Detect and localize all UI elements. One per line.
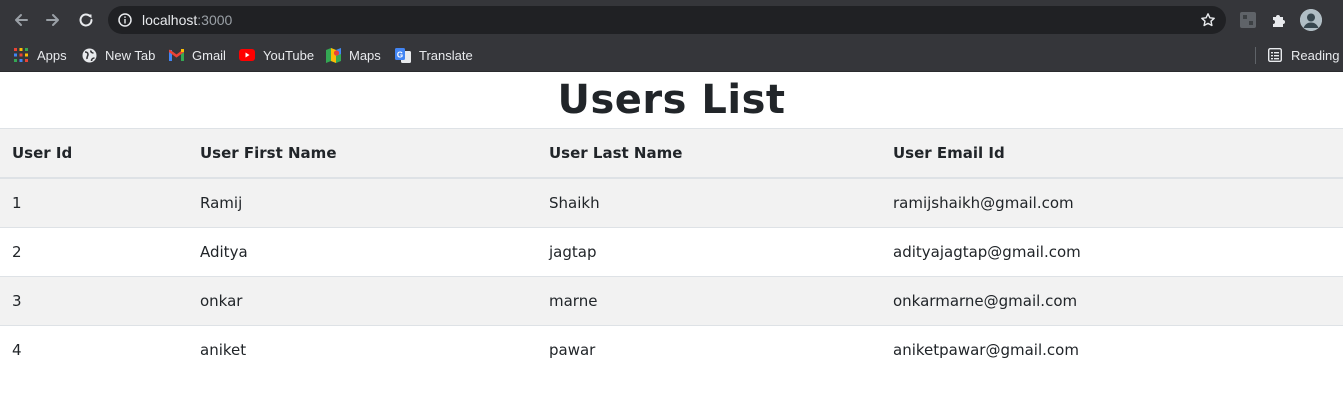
- reload-icon: [79, 13, 93, 27]
- browser-toolbar: localhost:3000: [0, 0, 1343, 39]
- bookmark-gmail[interactable]: Gmail: [168, 45, 226, 65]
- bookmark-maps[interactable]: Maps: [325, 45, 381, 65]
- cell-last-name: Shaikh: [549, 177, 893, 228]
- translate-icon: G: [395, 47, 411, 63]
- gmail-icon: [168, 47, 184, 63]
- extension-button[interactable]: [1238, 10, 1258, 30]
- header-first-name: User First Name: [200, 128, 549, 179]
- reading-list-icon: [1267, 47, 1283, 63]
- bookmark-new-tab[interactable]: New Tab: [81, 45, 155, 65]
- cell-first-name: Ramij: [200, 177, 549, 228]
- forward-button[interactable]: [42, 9, 64, 31]
- cell-last-name: pawar: [549, 340, 596, 359]
- cell-email: onkarmarne@gmail.com: [893, 276, 1343, 326]
- maps-icon: [325, 47, 341, 63]
- bookmark-translate[interactable]: G Translate: [395, 45, 473, 65]
- cell-first-name: Aditya: [200, 227, 549, 277]
- cell-email: aniketpawar@gmail.com: [893, 340, 1079, 359]
- bookmark-label: Apps: [37, 47, 67, 63]
- address-bar[interactable]: localhost:3000: [108, 6, 1226, 34]
- svg-text:G: G: [397, 50, 403, 59]
- url-host: localhost: [142, 12, 198, 28]
- bookmark-label: Maps: [349, 47, 381, 63]
- cell-user-id: 4: [12, 340, 22, 359]
- page-content: Users List User Id User First Name User …: [0, 72, 1343, 403]
- page-title: Users List: [557, 77, 786, 123]
- profile-avatar[interactable]: [1300, 9, 1322, 31]
- cell-last-name: jagtap: [549, 227, 893, 277]
- url-text: localhost:3000: [142, 12, 232, 28]
- bookmark-star-icon[interactable]: [1200, 12, 1216, 28]
- cell-email: ramijshaikh@gmail.com: [893, 177, 1343, 228]
- bookmark-apps[interactable]: Apps: [13, 45, 67, 65]
- extension-tile-icon: [1240, 12, 1256, 28]
- extensions-menu-button[interactable]: [1269, 10, 1289, 30]
- youtube-icon: [239, 47, 255, 63]
- table-header-row: User Id User First Name User Last Name U…: [0, 128, 1343, 179]
- puzzle-icon: [1273, 15, 1285, 27]
- bookmark-label: YouTube: [263, 47, 315, 63]
- bookmark-label: Gmail: [192, 47, 226, 63]
- site-info-icon[interactable]: [118, 13, 132, 27]
- table-row: 1 Ramij Shaikh ramijshaikh@gmail.com: [0, 177, 1343, 228]
- table-row: 2 Aditya jagtap adityajagtap@gmail.com: [0, 227, 1343, 277]
- apps-grid-icon: [13, 47, 29, 63]
- globe-icon: [81, 47, 97, 63]
- cell-first-name: onkar: [200, 276, 549, 326]
- cell-user-id: 2: [0, 227, 200, 277]
- forward-arrow-icon: [46, 14, 59, 26]
- users-table: User Id User First Name User Last Name U…: [0, 128, 1343, 374]
- cell-first-name: aniket: [200, 340, 247, 359]
- cell-email: adityajagtap@gmail.com: [893, 227, 1343, 277]
- user-avatar-icon: [1300, 9, 1322, 31]
- back-arrow-icon: [15, 14, 28, 26]
- bookmarks-divider: [1255, 47, 1256, 64]
- cell-user-id: 1: [0, 177, 200, 228]
- url-port: :3000: [197, 12, 233, 28]
- bookmark-youtube[interactable]: YouTube: [239, 45, 314, 65]
- table-row: 4 aniket pawar aniketpawar@gmail.com: [0, 325, 1343, 374]
- header-user-id: User Id: [0, 128, 200, 179]
- bookmarks-bar: Apps New Tab Gmail YouTube Maps G Transl…: [0, 39, 1343, 72]
- table-row: 3 onkar marne onkarmarne@gmail.com: [0, 276, 1343, 326]
- header-last-name: User Last Name: [549, 128, 893, 179]
- reading-list-label: Reading li: [1291, 47, 1343, 63]
- header-email: User Email Id: [893, 128, 1343, 179]
- bookmark-label: Translate: [419, 47, 473, 63]
- reload-button[interactable]: [75, 9, 97, 31]
- cell-user-id: 3: [0, 276, 200, 326]
- cell-last-name: marne: [549, 276, 893, 326]
- bookmark-label: New Tab: [105, 47, 156, 63]
- reading-list-button[interactable]: Reading li: [1267, 45, 1343, 65]
- back-button[interactable]: [10, 9, 32, 31]
